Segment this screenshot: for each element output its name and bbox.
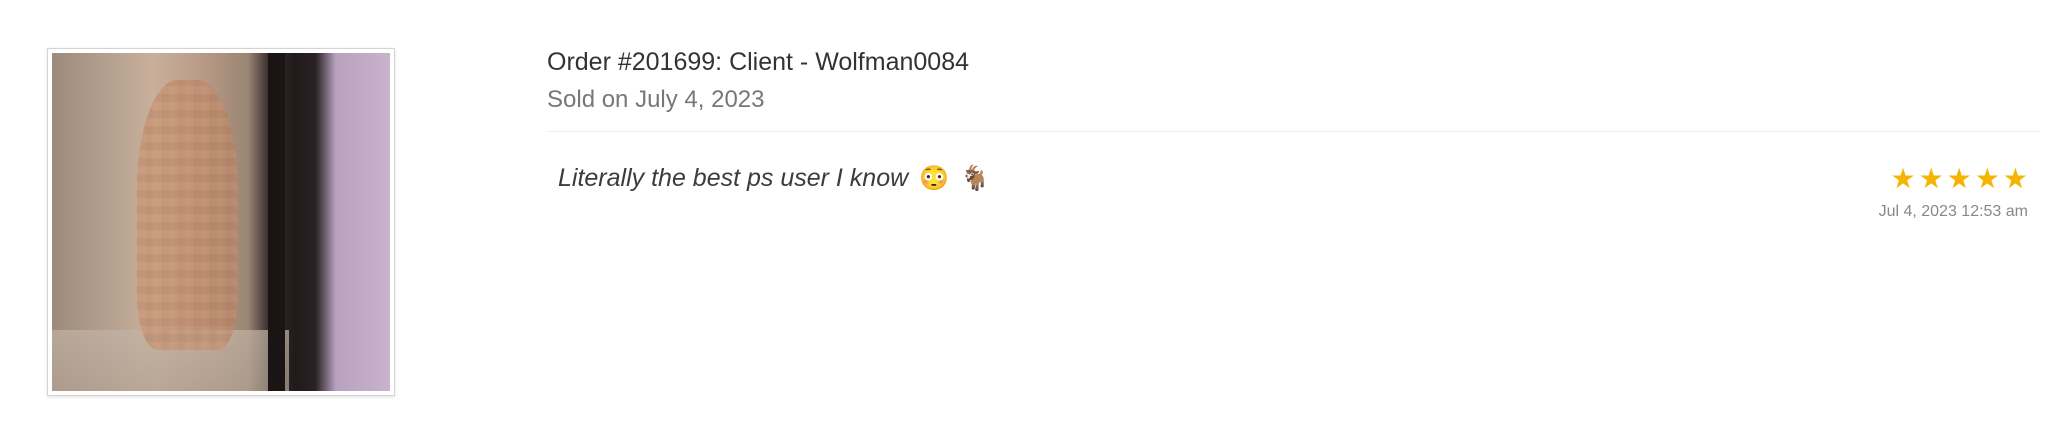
star-icon: ★ [2002, 163, 2028, 194]
star-icon: ★ [1974, 163, 2000, 194]
image-region-mirror-frame [268, 53, 286, 391]
review-text-row: Literally the best ps user I know 😳 🐐 [558, 164, 990, 193]
rating-stars: ★ ★ ★ ★ ★ [1890, 165, 2028, 193]
star-icon: ★ [1946, 163, 1972, 194]
star-icon: ★ [1918, 163, 1944, 194]
star-icon: ★ [1890, 163, 1916, 194]
image-region-pixelated [136, 80, 238, 351]
divider [547, 131, 2040, 132]
product-image [52, 53, 390, 391]
goat-emoji-icon: 🐐 [959, 165, 990, 192]
order-title[interactable]: Order #201699: Client - Wolfman0084 [547, 48, 969, 77]
flushed-face-emoji-icon: 😳 [919, 165, 950, 192]
review-date: Jul 4, 2023 12:53 am [1878, 203, 2028, 220]
review-text: Literally the best ps user I know [558, 164, 909, 192]
product-thumbnail[interactable] [47, 48, 395, 396]
sold-date: Sold on July 4, 2023 [547, 86, 765, 113]
